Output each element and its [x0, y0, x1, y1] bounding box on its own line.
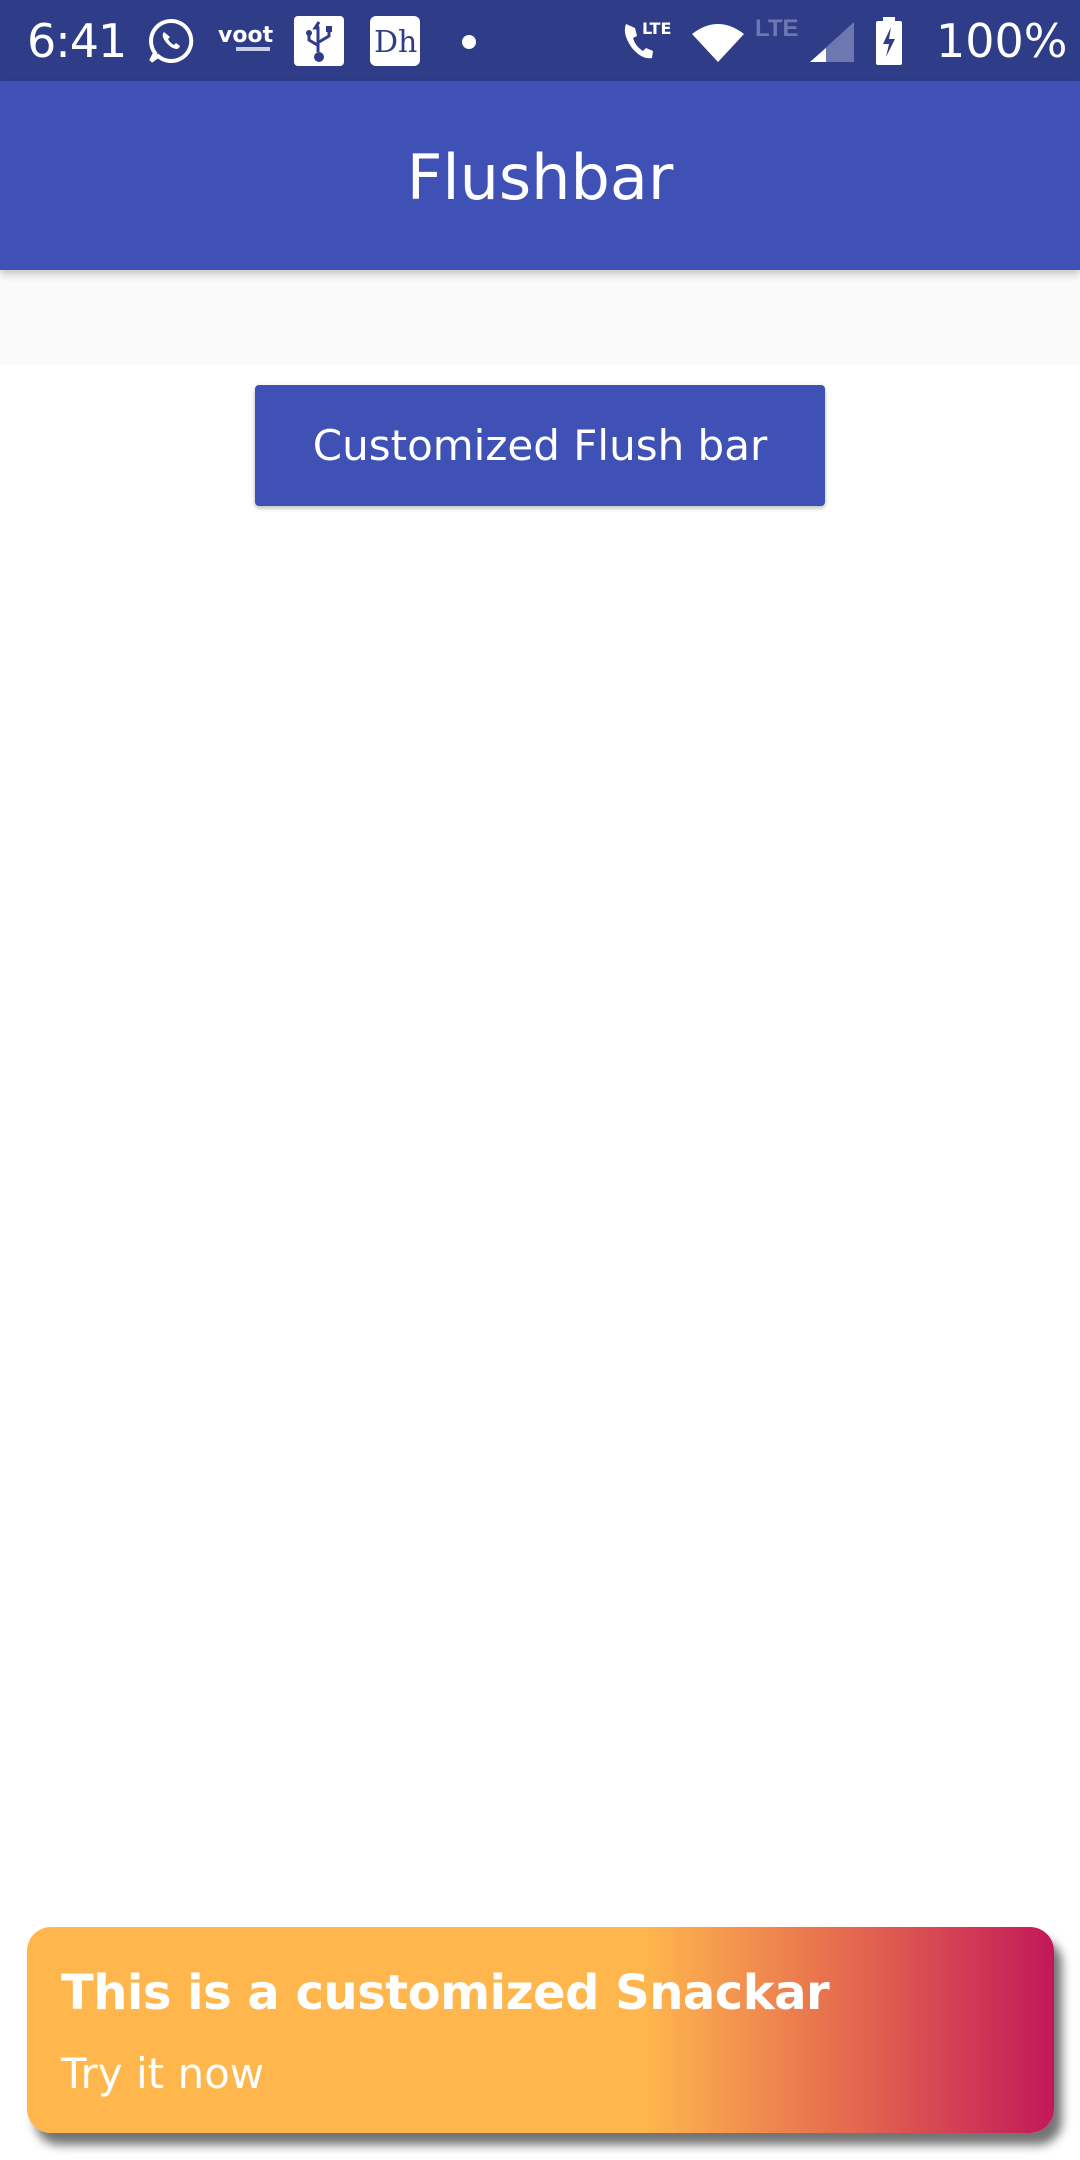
lte-label: LTE [755, 15, 799, 42]
snackbar-title: This is a customized Snackar [61, 1965, 830, 2021]
svg-text:Dh: Dh [374, 25, 417, 60]
page-title: Flushbar [406, 141, 674, 214]
svg-text:LTE: LTE [642, 19, 671, 38]
status-time: 6:41 [27, 14, 127, 68]
call-lte-icon: LTE [624, 19, 671, 59]
usb-icon [294, 16, 344, 66]
status-bar: 6:41 voot Dh LTE LTE 100% [0, 0, 1080, 81]
flushbar-snackbar[interactable]: This is a customized Snackar Try it now [27, 1927, 1054, 2133]
hotstar-icon: Dh [370, 16, 420, 66]
customized-flushbar-button[interactable]: Customized Flush bar [255, 385, 825, 506]
header-spacer [0, 270, 1080, 365]
app-bar: Flushbar [0, 81, 1080, 270]
snackbar-message: Try it now [61, 2049, 265, 2098]
notification-dot-icon [462, 35, 476, 49]
voot-icon: voot [218, 23, 274, 51]
battery-charging-icon [876, 17, 902, 65]
battery-percent: 100% [936, 14, 1068, 68]
signal-icon [810, 22, 854, 62]
wifi-icon [692, 24, 744, 62]
whatsapp-icon [149, 18, 194, 63]
svg-text:voot: voot [218, 23, 274, 48]
